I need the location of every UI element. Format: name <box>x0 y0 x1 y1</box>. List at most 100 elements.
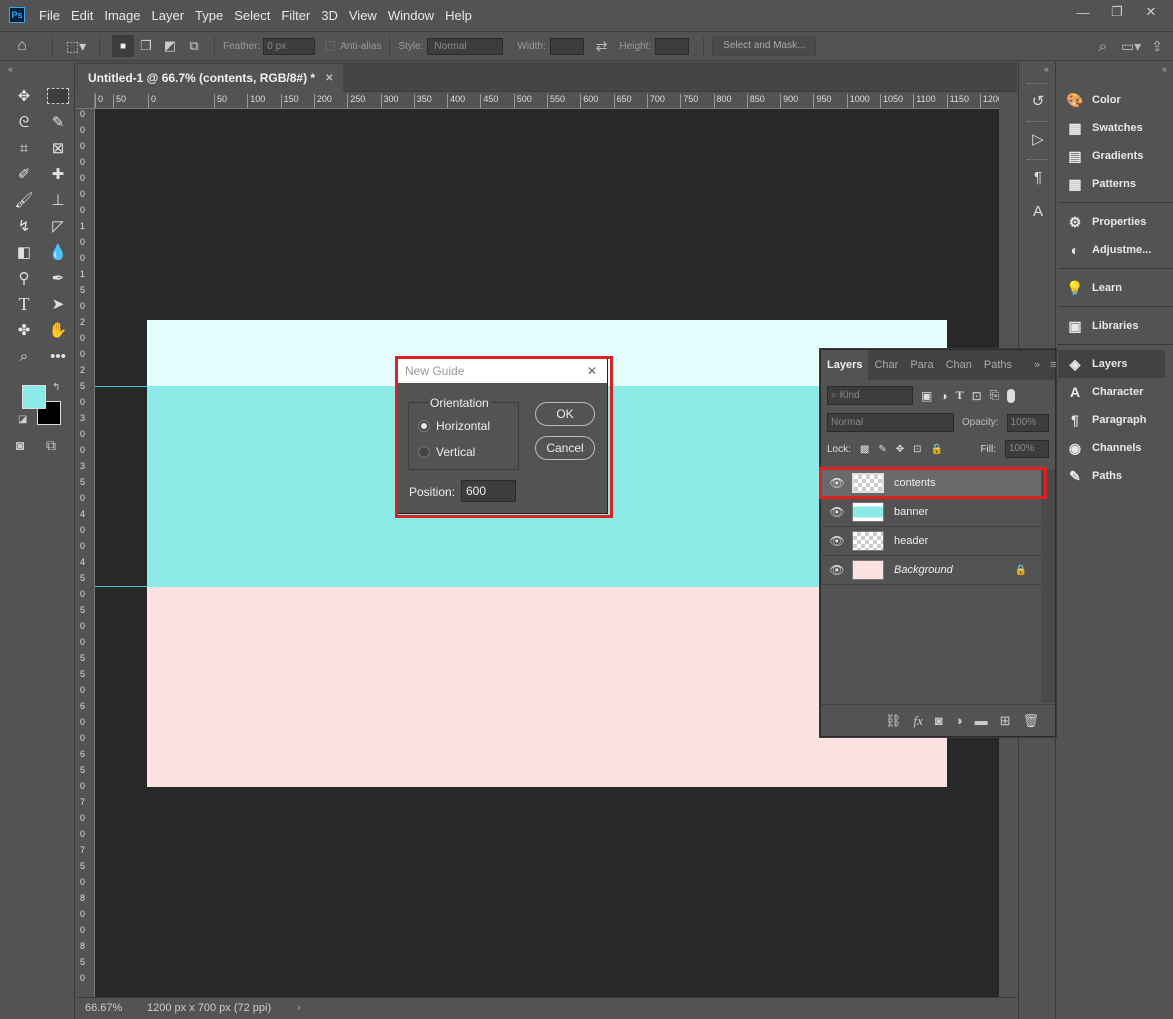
vertical-ruler[interactable]: 0 0 0 0 0 0 0 1 0 0 1 5 0 2 0 0 2 5 0 3 0 0 3 5 0 4 0 0 4 5 0 5 0 0 5 5 0 6 0 0… <box>77 109 95 997</box>
status-arrow-icon[interactable]: › <box>297 1002 301 1014</box>
stamp-tool-icon[interactable]: ⊥ <box>44 188 72 212</box>
fill-input[interactable]: 100% <box>1005 440 1049 458</box>
horizontal-guide-1[interactable] <box>95 386 147 387</box>
opacity-input[interactable]: 100% <box>1006 413 1049 432</box>
hand-tool-icon[interactable]: ✋ <box>44 318 72 342</box>
link-layers-icon[interactable]: ⛓ <box>885 713 902 729</box>
tab-channels[interactable]: Chan <box>940 350 978 380</box>
menu-help[interactable]: Help <box>445 8 472 23</box>
horizontal-ruler[interactable]: 0 50 0 50 100 150 200 250 300 350 400 450 500 550 600 6… <box>95 92 999 109</box>
lock-pixels-icon[interactable]: ▩ <box>860 444 869 455</box>
layer-name[interactable]: header <box>894 535 928 547</box>
search-icon[interactable]: ⌕ <box>1099 38 1107 55</box>
type-tool-icon[interactable]: T <box>10 292 38 316</box>
panel-channels[interactable]: ◉ Channels <box>1058 434 1173 462</box>
paragraph-styles-icon[interactable]: ¶ <box>1019 160 1057 194</box>
lock-artboard-icon[interactable]: ⊡ <box>913 444 921 455</box>
filter-image-icon[interactable]: ▣ <box>921 389 932 403</box>
lock-all-icon[interactable]: 🔒 <box>931 444 943 455</box>
layer-name[interactable]: Background <box>894 564 1015 576</box>
quick-mask-icon[interactable]: ◙ <box>16 437 24 453</box>
default-colors-icon[interactable]: ◪ <box>18 414 27 425</box>
menu-filter[interactable]: Filter <box>281 8 310 23</box>
swap-colors-icon[interactable]: ↰ <box>52 382 60 393</box>
height-input[interactable] <box>655 37 690 55</box>
add-mask-icon[interactable]: ◙ <box>935 713 943 728</box>
actions-icon[interactable]: ▷ <box>1019 122 1057 156</box>
horizontal-guide-2[interactable] <box>95 586 147 587</box>
delete-layer-icon[interactable]: 🗑 <box>1022 713 1039 729</box>
panel-paths[interactable]: ✎ Paths <box>1058 462 1173 490</box>
layer-row-background[interactable]: 👁 Background 🔒 <box>822 556 1041 585</box>
quick-select-tool-icon[interactable]: ✎ <box>44 110 72 134</box>
adjustment-layer-icon[interactable]: ◑ <box>955 713 963 728</box>
healing-tool-icon[interactable]: ✚ <box>44 162 72 186</box>
new-group-icon[interactable]: ▬ <box>975 713 988 728</box>
lock-paint-icon[interactable]: ✎ <box>878 444 886 455</box>
panel-menu-icon[interactable]: ≡ <box>1044 350 1062 380</box>
close-window-button[interactable]: ✕ <box>1135 2 1167 22</box>
swap-icon[interactable]: ⇄ <box>596 38 608 55</box>
lasso-tool-icon[interactable]: ᘓ <box>10 110 38 134</box>
brush-tool-icon[interactable]: 🖌 <box>10 188 38 212</box>
menu-layer[interactable]: Layer <box>152 8 185 23</box>
visibility-eye-icon[interactable]: 👁 <box>822 505 852 519</box>
eraser-tool-icon[interactable]: ◸ <box>44 214 72 238</box>
select-and-mask-button[interactable]: Select and Mask... <box>712 36 817 56</box>
add-selection-icon[interactable]: ❐ <box>134 38 158 54</box>
panel-adjustments[interactable]: ◐ Adjustme... <box>1058 236 1173 264</box>
eyedropper-tool-icon[interactable]: ✐ <box>10 162 38 186</box>
dodge-tool-icon[interactable]: ⚲ <box>10 266 38 290</box>
foreground-color-swatch[interactable] <box>22 385 46 409</box>
filter-type-icon[interactable]: T <box>956 388 964 403</box>
blur-tool-icon[interactable]: 💧 <box>44 240 72 264</box>
menu-type[interactable]: Type <box>195 8 223 23</box>
lock-icon[interactable]: 🔒 <box>1015 565 1027 576</box>
tab-layers[interactable]: Layers <box>821 350 869 380</box>
frame-tool-icon[interactable]: ⊠ <box>44 136 72 160</box>
panel-layers[interactable]: ◈ Layers <box>1058 350 1165 378</box>
panel-libraries[interactable]: ▣ Libraries <box>1058 312 1173 340</box>
marquee-preset-icon[interactable]: ⬚▾ <box>61 38 91 55</box>
filter-kind-select[interactable]: ⌕ Kind <box>827 386 913 405</box>
layer-name[interactable]: banner <box>894 506 928 518</box>
zoom-tool-icon[interactable]: ⌕ <box>10 344 38 368</box>
panel-gradients[interactable]: ▤ Gradients <box>1058 142 1173 170</box>
document-tab[interactable]: Untitled-1 @ 66.7% (contents, RGB/8#) * … <box>78 64 344 92</box>
style-select[interactable]: Normal <box>427 37 504 55</box>
new-selection-icon[interactable]: ■ <box>112 35 134 57</box>
panel-learn[interactable]: 💡 Learn <box>1058 274 1173 302</box>
collapse-icon[interactable]: « <box>0 62 74 74</box>
panel-patterns[interactable]: ▦ Patterns <box>1058 170 1173 198</box>
more-tools-icon[interactable]: ••• <box>44 344 72 368</box>
history-brush-icon[interactable]: ↯ <box>10 214 38 238</box>
visibility-eye-icon[interactable]: 👁 <box>822 563 852 577</box>
crop-tool-icon[interactable]: ⌗ <box>10 136 38 160</box>
menu-view[interactable]: View <box>349 8 377 23</box>
move-tool-icon[interactable]: ✥ <box>10 84 38 108</box>
panel-character[interactable]: A Character <box>1058 378 1173 406</box>
antialias-checkbox[interactable] <box>325 41 336 51</box>
menu-file[interactable]: File <box>39 8 60 23</box>
close-tab-icon[interactable]: ✕ <box>325 73 333 84</box>
subtract-selection-icon[interactable]: ◩ <box>158 38 182 54</box>
menu-window[interactable]: Window <box>388 8 434 23</box>
restore-button[interactable]: ❐ <box>1101 2 1133 22</box>
filter-shape-icon[interactable]: ⊡ <box>972 389 982 403</box>
feather-input[interactable]: 0 px <box>263 37 316 55</box>
panel-swatches[interactable]: ▦ Swatches <box>1058 114 1173 142</box>
screen-mode-icon[interactable]: ⧉ <box>46 437 56 454</box>
menu-select[interactable]: Select <box>234 8 270 23</box>
tab-paragraph[interactable]: Para <box>904 350 939 380</box>
marquee-tool-icon[interactable] <box>47 88 69 104</box>
shape-tool-icon[interactable]: ✤ <box>10 318 38 342</box>
menu-edit[interactable]: Edit <box>71 8 93 23</box>
filter-toggle[interactable] <box>1007 388 1016 403</box>
layer-row-header[interactable]: 👁 header <box>822 527 1041 556</box>
path-select-tool-icon[interactable]: ➤ <box>44 292 72 316</box>
visibility-eye-icon[interactable]: 👁 <box>822 534 852 548</box>
expand-panels-icon[interactable]: « <box>1058 62 1173 74</box>
tab-character[interactable]: Char <box>868 350 904 380</box>
lock-position-icon[interactable]: ✥ <box>896 444 904 455</box>
workspace-icon[interactable]: ▭▾ <box>1121 38 1141 55</box>
